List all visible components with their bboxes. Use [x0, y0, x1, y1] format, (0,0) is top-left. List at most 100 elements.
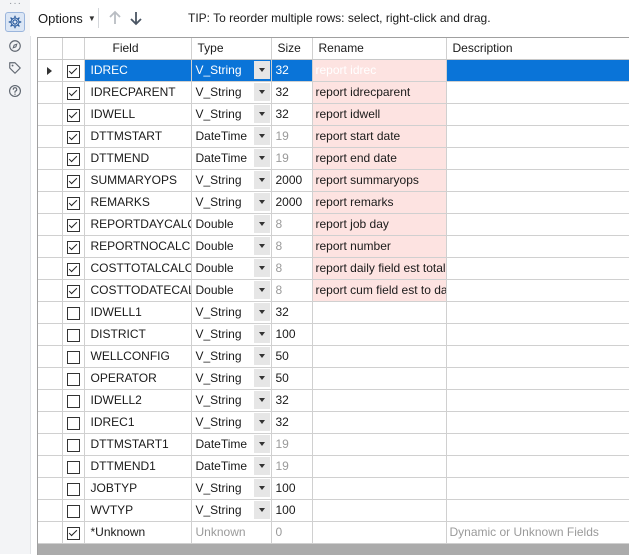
move-down-icon[interactable]	[127, 8, 145, 28]
table-row[interactable]: WELLCONFIGV_String50	[38, 346, 629, 368]
dropdown-arrow-icon[interactable]	[254, 149, 270, 167]
type-select[interactable]: V_String	[191, 170, 271, 192]
field-name-cell[interactable]: REPORTDAYCALC	[84, 214, 191, 236]
rename-field[interactable]: report summaryops	[312, 170, 446, 192]
table-row[interactable]: IDRECV_String32report idrec	[38, 60, 629, 82]
type-select[interactable]: V_String	[191, 192, 271, 214]
table-row[interactable]: IDWELLV_String32report idwell	[38, 104, 629, 126]
type-select[interactable]: DateTime	[191, 456, 271, 478]
table-row[interactable]: IDRECPARENTV_String32report idrecparent	[38, 82, 629, 104]
rename-field[interactable]	[312, 346, 446, 368]
description-field[interactable]	[446, 478, 629, 500]
description-field[interactable]	[446, 500, 629, 522]
dropdown-arrow-icon[interactable]	[254, 259, 270, 277]
gear-icon[interactable]	[5, 12, 25, 32]
type-select[interactable]: V_String	[191, 500, 271, 522]
type-select[interactable]: V_String	[191, 302, 271, 324]
size-cell[interactable]: 32	[271, 82, 312, 104]
table-row[interactable]: DTTMEND1DateTime19	[38, 456, 629, 478]
dropdown-arrow-icon[interactable]	[254, 347, 270, 365]
dropdown-arrow-icon[interactable]	[254, 413, 270, 431]
table-row[interactable]: SUMMARYOPSV_String2000report summaryops	[38, 170, 629, 192]
field-name-cell[interactable]: COSTTOTALCALC	[84, 258, 191, 280]
field-name-cell[interactable]: JOBTYP	[84, 478, 191, 500]
row-header[interactable]	[38, 192, 62, 214]
select-checkbox[interactable]	[67, 505, 80, 518]
description-field[interactable]	[446, 60, 629, 82]
description-field[interactable]	[446, 324, 629, 346]
row-header[interactable]	[38, 500, 62, 522]
type-select[interactable]: V_String	[191, 390, 271, 412]
row-header[interactable]	[38, 214, 62, 236]
description-field[interactable]	[446, 412, 629, 434]
field-name-cell[interactable]: IDRECPARENT	[84, 82, 191, 104]
type-select[interactable]: DateTime	[191, 434, 271, 456]
row-header[interactable]	[38, 346, 62, 368]
column-header-size[interactable]: Size	[271, 38, 312, 60]
tag-icon[interactable]	[5, 58, 25, 78]
dropdown-arrow-icon[interactable]	[254, 457, 270, 475]
row-header[interactable]	[38, 104, 62, 126]
select-checkbox[interactable]	[67, 329, 80, 342]
row-header[interactable]	[38, 324, 62, 346]
field-name-cell[interactable]: OPERATOR	[84, 368, 191, 390]
table-row[interactable]: IDWELL1V_String32	[38, 302, 629, 324]
rename-field[interactable]: report cum field est to date	[312, 280, 446, 302]
field-name-cell[interactable]: IDWELL	[84, 104, 191, 126]
select-checkbox[interactable]	[67, 285, 80, 298]
description-field[interactable]	[446, 434, 629, 456]
description-field[interactable]: Dynamic or Unknown Fields	[446, 522, 629, 544]
type-select[interactable]: DateTime	[191, 148, 271, 170]
description-field[interactable]	[446, 170, 629, 192]
dropdown-arrow-icon[interactable]	[254, 281, 270, 299]
table-row[interactable]: REPORTNOCALCDouble8report number	[38, 236, 629, 258]
select-checkbox[interactable]	[67, 65, 80, 78]
column-header-rename[interactable]: Rename	[312, 38, 446, 60]
select-checkbox[interactable]	[67, 351, 80, 364]
select-checkbox[interactable]	[67, 109, 80, 122]
field-name-cell[interactable]: SUMMARYOPS	[84, 170, 191, 192]
select-checkbox[interactable]	[67, 417, 80, 430]
description-field[interactable]	[446, 390, 629, 412]
table-row[interactable]: COSTTOTALCALCDouble8report daily field e…	[38, 258, 629, 280]
select-checkbox[interactable]	[67, 307, 80, 320]
row-header[interactable]	[38, 456, 62, 478]
dropdown-arrow-icon[interactable]	[254, 435, 270, 453]
row-header[interactable]	[38, 258, 62, 280]
dropdown-arrow-icon[interactable]	[254, 391, 270, 409]
size-cell[interactable]: 100	[271, 500, 312, 522]
select-checkbox[interactable]	[67, 483, 80, 496]
move-up-icon[interactable]	[106, 8, 124, 28]
field-name-cell[interactable]: DTTMSTART	[84, 126, 191, 148]
row-header[interactable]	[38, 522, 62, 544]
select-checkbox[interactable]	[67, 241, 80, 254]
row-header[interactable]	[38, 148, 62, 170]
rename-field[interactable]: report job day	[312, 214, 446, 236]
row-header[interactable]	[38, 412, 62, 434]
column-header-description[interactable]: Description	[446, 38, 629, 60]
type-select[interactable]: Unknown	[191, 522, 271, 544]
rename-field[interactable]	[312, 522, 446, 544]
select-checkbox[interactable]	[67, 131, 80, 144]
dropdown-arrow-icon[interactable]	[254, 237, 270, 255]
field-name-cell[interactable]: WELLCONFIG	[84, 346, 191, 368]
select-all-column-header[interactable]	[62, 38, 84, 60]
select-checkbox[interactable]	[67, 175, 80, 188]
table-row[interactable]: IDREC1V_String32	[38, 412, 629, 434]
field-name-cell[interactable]: *Unknown	[84, 522, 191, 544]
row-header[interactable]	[38, 170, 62, 192]
description-field[interactable]	[446, 302, 629, 324]
rename-field[interactable]	[312, 500, 446, 522]
description-field[interactable]	[446, 126, 629, 148]
row-header[interactable]	[38, 434, 62, 456]
dropdown-arrow-icon[interactable]	[254, 369, 270, 387]
size-cell[interactable]: 50	[271, 346, 312, 368]
type-select[interactable]: Double	[191, 214, 271, 236]
size-cell[interactable]: 100	[271, 324, 312, 346]
field-name-cell[interactable]: IDWELL2	[84, 390, 191, 412]
description-field[interactable]	[446, 456, 629, 478]
dropdown-arrow-icon[interactable]	[254, 127, 270, 145]
field-name-cell[interactable]: IDREC	[84, 60, 191, 82]
row-header[interactable]	[38, 60, 62, 82]
type-select[interactable]: DateTime	[191, 126, 271, 148]
